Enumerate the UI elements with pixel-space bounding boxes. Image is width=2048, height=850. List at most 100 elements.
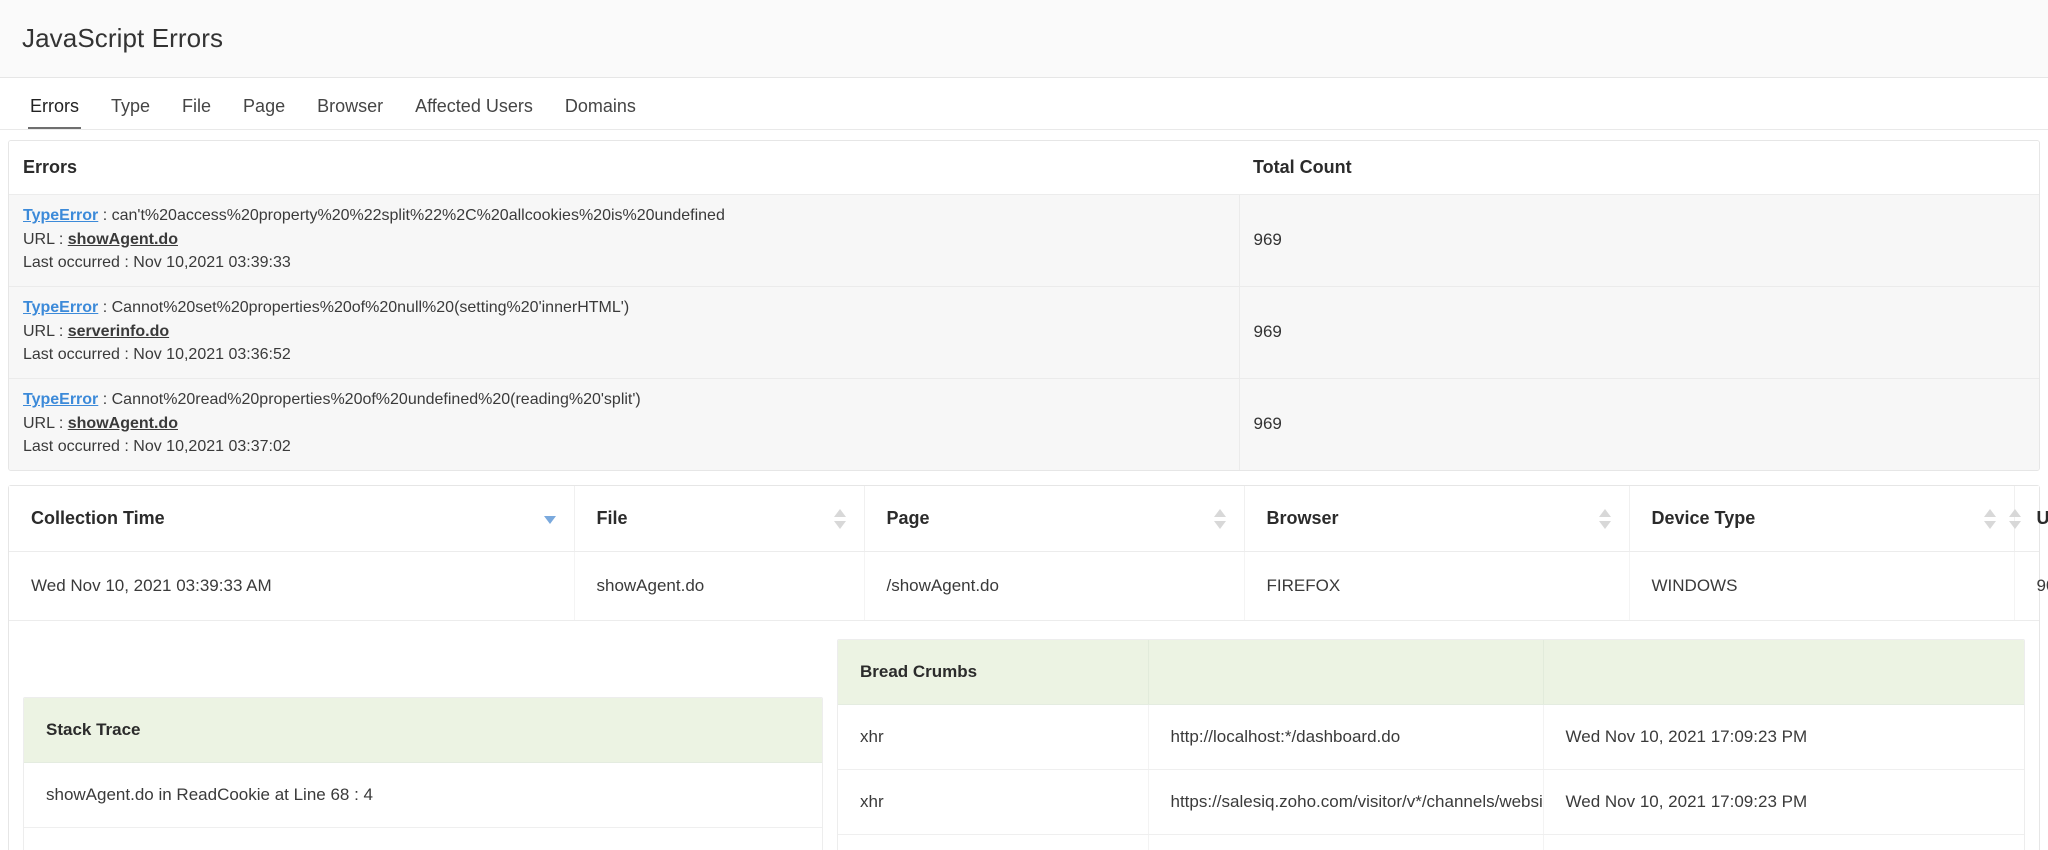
error-cell: TypeError : Cannot%20set%20properties%20… xyxy=(9,287,1239,379)
error-last-occurred-line: Last occurred : Nov 10,2021 03:36:52 xyxy=(23,343,1225,367)
table-row[interactable]: TypeError : can't%20access%20property%20… xyxy=(9,195,2039,287)
column-label-browser: Browser xyxy=(1245,508,1339,529)
bread-crumb-time-value: Wed Nov 10, 2021 17:09:23 PM xyxy=(1544,792,2025,812)
error-title-line: TypeError : Cannot%20set%20properties%20… xyxy=(23,296,1225,320)
tab-errors[interactable]: Errors xyxy=(14,96,95,129)
bread-crumb-url: http://localhost:*/DiagAlertAction.do xyxy=(1148,835,1543,850)
bread-crumb-url-value: http://localhost:*/dashboard.do xyxy=(1149,727,1543,747)
table-row[interactable]: Wed Nov 10, 2021 03:39:33 AM showAgent.d… xyxy=(9,552,2039,621)
bread-crumbs-url-header xyxy=(1148,640,1543,705)
table-row[interactable]: TypeError : Cannot%20read%20properties%2… xyxy=(9,379,2039,471)
error-message: can't%20access%20property%20%22split%22%… xyxy=(112,207,725,224)
tab-file[interactable]: File xyxy=(166,96,227,129)
last-occurred-value: Nov 10,2021 03:39:33 xyxy=(133,254,290,271)
error-detail-card: Collection Time File Page Browser xyxy=(8,485,2040,850)
page-header: JavaScript Errors xyxy=(0,0,2048,78)
table-row[interactable]: TypeError : Cannot%20set%20properties%20… xyxy=(9,287,2039,379)
column-header-file[interactable]: File xyxy=(574,486,864,552)
error-separator: : xyxy=(98,299,111,316)
column-label-device-type: Device Type xyxy=(1630,508,1756,529)
error-url-link[interactable]: showAgent.do xyxy=(68,231,178,248)
bread-crumb-type-value: xhr xyxy=(838,792,1148,812)
bread-crumb-time: Wed Nov 10, 2021 17:09:23 PM xyxy=(1543,770,2024,835)
error-last-occurred-line: Last occurred : Nov 10,2021 03:39:33 xyxy=(23,251,1225,275)
expanded-detail-cell: Stack Trace showAgent.do in ReadCookie a… xyxy=(9,621,2039,850)
cell-collection-time: Wed Nov 10, 2021 03:39:33 AM xyxy=(9,552,574,621)
bread-crumbs-header: Bread Crumbs xyxy=(838,640,1148,705)
cell-page: /showAgent.do xyxy=(864,552,1244,621)
error-url-link[interactable]: showAgent.do xyxy=(68,415,178,432)
column-label-page: Page xyxy=(865,508,930,529)
file-value: showAgent.do xyxy=(575,576,864,596)
error-detail-table: Collection Time File Page Browser xyxy=(9,486,2039,850)
sort-icon[interactable] xyxy=(1984,508,1996,530)
error-cell: TypeError : Cannot%20read%20properties%2… xyxy=(9,379,1239,471)
total-count-value: 969 xyxy=(1239,195,2039,287)
url-label: URL : xyxy=(23,231,68,248)
tab-errors-label: Errors xyxy=(30,96,79,116)
browser-value: FIREFOX xyxy=(1245,576,1629,596)
column-header-device-type[interactable]: Device Type xyxy=(1629,486,2014,552)
error-separator: : xyxy=(98,207,111,224)
tab-domains-label: Domains xyxy=(565,96,636,116)
last-occurred-label: Last occurred : xyxy=(23,438,133,455)
column-header-collection-time[interactable]: Collection Time xyxy=(9,486,574,552)
error-url-line: URL : serverinfo.do xyxy=(23,320,1225,344)
column-header-page[interactable]: Page xyxy=(864,486,1244,552)
bread-crumb-type: xhr xyxy=(838,835,1148,850)
sort-icon[interactable] xyxy=(2009,508,2021,530)
sort-icon[interactable] xyxy=(1214,508,1226,530)
expanded-detail-row: Stack Trace showAgent.do in ReadCookie a… xyxy=(9,621,2039,850)
errors-summary-card: Errors Total Count TypeError : can't%20a… xyxy=(8,140,2040,471)
error-url-line: URL : showAgent.do xyxy=(23,228,1225,252)
tab-affected-users[interactable]: Affected Users xyxy=(399,96,549,129)
tab-type[interactable]: Type xyxy=(95,96,166,129)
tab-file-label: File xyxy=(182,96,211,116)
bread-crumbs-header-row: Bread Crumbs xyxy=(838,640,2024,705)
column-label-file: File xyxy=(575,508,628,529)
column-header-user[interactable]: User xyxy=(2014,486,2039,552)
error-type-link[interactable]: TypeError xyxy=(23,207,98,224)
bread-crumb-type: xhr xyxy=(838,770,1148,835)
collection-time-value: Wed Nov 10, 2021 03:39:33 AM xyxy=(9,576,574,596)
column-label-collection-time: Collection Time xyxy=(9,508,165,529)
tab-bar: Errors Type File Page Browser Affected U… xyxy=(0,78,2048,130)
stack-trace-header-label: Stack Trace xyxy=(24,720,141,740)
error-message: Cannot%20set%20properties%20of%20null%20… xyxy=(112,299,630,316)
bread-crumb-url-value: https://salesiq.zoho.com/visitor/v*/chan… xyxy=(1149,792,1543,812)
sort-desc-icon[interactable] xyxy=(544,508,556,530)
error-url-link[interactable]: serverinfo.do xyxy=(68,323,169,340)
detail-header-row: Collection Time File Page Browser xyxy=(9,486,2039,552)
bread-crumbs-header-label: Bread Crumbs xyxy=(838,662,977,682)
tab-page[interactable]: Page xyxy=(227,96,301,129)
stack-trace-header-row: Stack Trace xyxy=(24,698,822,763)
javascript-errors-page: JavaScript Errors Errors Type File Page … xyxy=(0,0,2048,850)
tab-domains[interactable]: Domains xyxy=(549,96,652,129)
stack-trace-header: Stack Trace xyxy=(24,698,822,763)
last-occurred-value: Nov 10,2021 03:36:52 xyxy=(133,346,290,363)
bread-crumb-type: xhr xyxy=(838,705,1148,770)
error-type-link[interactable]: TypeError xyxy=(23,391,98,408)
bread-crumb-time-value: Wed Nov 10, 2021 17:09:23 PM xyxy=(1544,727,2025,747)
user-value: 9055657478801620 xyxy=(2015,576,2040,596)
bread-crumb-url: http://localhost:*/dashboard.do xyxy=(1148,705,1543,770)
error-title-line: TypeError : can't%20access%20property%20… xyxy=(23,204,1225,228)
stack-trace-cell: showAgent.do in ReadCookie at Line 68 : … xyxy=(24,763,822,828)
bread-crumbs-table: Bread Crumbs xhr http://localh xyxy=(838,640,2024,850)
list-item: showAgent.do in ReadCookie at Line 68 : … xyxy=(24,763,822,828)
errors-summary-table: Errors Total Count TypeError : can't%20a… xyxy=(9,141,2039,470)
sort-icon[interactable] xyxy=(1599,508,1611,530)
last-occurred-label: Last occurred : xyxy=(23,254,133,271)
sort-icon[interactable] xyxy=(834,508,846,530)
error-type-link[interactable]: TypeError xyxy=(23,299,98,316)
column-header-browser[interactable]: Browser xyxy=(1244,486,1629,552)
stack-trace-cell: showAgent.do in ? at Line 3427 : 26 xyxy=(24,828,822,850)
tab-browser[interactable]: Browser xyxy=(301,96,399,129)
list-item: showAgent.do in ? at Line 3427 : 26 xyxy=(24,828,822,850)
url-label: URL : xyxy=(23,323,68,340)
total-count-value: 969 xyxy=(1239,287,2039,379)
error-separator: : xyxy=(98,391,111,408)
tab-browser-label: Browser xyxy=(317,96,383,116)
stack-trace-panel: Stack Trace showAgent.do in ReadCookie a… xyxy=(23,697,823,850)
errors-column-header: Errors xyxy=(9,141,1239,195)
